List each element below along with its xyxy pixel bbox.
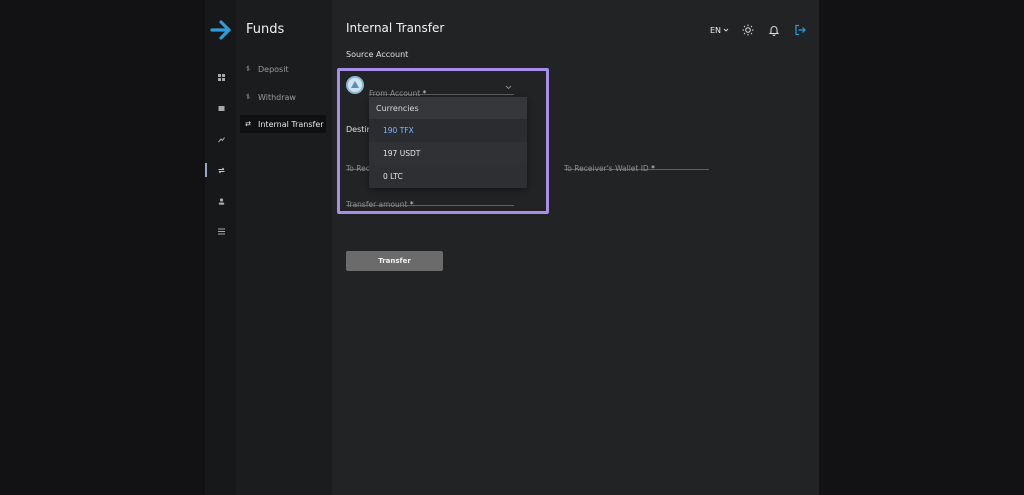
currency-option-usdt[interactable]: 197 USDT <box>369 142 527 165</box>
wallet-id-placeholder: To Receiver's Wallet ID * <box>564 164 655 173</box>
wallet-icon[interactable] <box>215 102 227 114</box>
transfer-amount-input[interactable]: Transfer amount * <box>346 192 514 209</box>
chevron-down-icon <box>505 85 512 90</box>
currency-dropdown: Currencies 190 TFX 197 USDT 0 LTC <box>369 97 527 188</box>
top-bar: EN <box>710 23 807 37</box>
chart-icon[interactable] <box>215 133 227 145</box>
subnav-item-label: Internal Transfer <box>258 119 324 129</box>
from-account-select[interactable]: From Account * <box>369 81 514 98</box>
currency-option-tfx[interactable]: 190 TFX <box>369 119 527 142</box>
currency-option-ltc[interactable]: 0 LTC <box>369 165 527 188</box>
dropdown-header: Currencies <box>369 97 527 119</box>
bell-icon[interactable] <box>767 23 781 37</box>
subnav-item-deposit[interactable]: ⥮ Deposit <box>240 60 326 78</box>
funds-icon[interactable] <box>215 164 227 176</box>
active-indicator <box>205 163 207 177</box>
chevron-down-icon <box>723 28 729 32</box>
deposit-icon: ⥮ <box>245 64 251 73</box>
receiver-placeholder: To Rec <box>346 164 370 173</box>
destination-label: Destin <box>346 125 372 134</box>
subnav-item-label: Withdraw <box>258 92 296 102</box>
withdraw-icon: ⥮ <box>245 92 251 101</box>
subnav-item-internal-transfer[interactable]: ⇄ Internal Transfer <box>240 115 326 133</box>
language-label: EN <box>709 25 721 35</box>
transfer-amount-placeholder: Transfer amount * <box>346 200 414 209</box>
list-icon[interactable] <box>215 225 227 237</box>
icon-rail <box>205 0 236 495</box>
page-title: Internal Transfer <box>346 21 445 35</box>
subnav-item-withdraw[interactable]: ⥮ Withdraw <box>240 88 326 106</box>
transfer-button[interactable]: Transfer <box>346 251 443 271</box>
logo-arrow-icon[interactable] <box>209 19 235 41</box>
user-icon[interactable] <box>215 195 227 207</box>
logout-icon[interactable] <box>793 23 807 37</box>
funds-subnav: Funds ⥮ Deposit ⥮ Withdraw ⇄ Internal Tr… <box>236 0 332 495</box>
theme-toggle-icon[interactable] <box>741 23 755 37</box>
account-avatar <box>346 76 364 94</box>
wallet-id-input[interactable]: To Receiver's Wallet ID * <box>564 156 709 173</box>
background-left <box>0 0 205 495</box>
background-right <box>819 0 1024 495</box>
transfer-icon: ⇄ <box>245 120 251 128</box>
source-account-label: Source Account <box>346 50 409 59</box>
subnav-item-label: Deposit <box>258 64 289 74</box>
subnav-title: Funds <box>246 22 285 37</box>
language-selector[interactable]: EN <box>710 26 729 35</box>
dashboard-icon[interactable] <box>215 71 227 83</box>
main-content: Internal Transfer EN Source Account From… <box>332 0 819 495</box>
